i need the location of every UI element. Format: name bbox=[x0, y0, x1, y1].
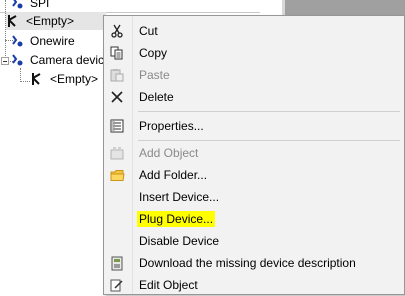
empty-slot-icon bbox=[30, 72, 44, 86]
menu-item-label: Paste bbox=[139, 68, 170, 82]
menu-item-label: Add Object bbox=[139, 146, 199, 160]
tree-connector bbox=[20, 68, 21, 82]
tree-item-label: Camera device bbox=[30, 53, 111, 67]
tree-connector bbox=[5, 0, 6, 62]
tree-item-label: <Empty> bbox=[26, 14, 75, 28]
tree-item-label: SPI bbox=[30, 0, 50, 10]
menu-item-cut[interactable]: Cut bbox=[106, 20, 402, 42]
menu-item-insert-device[interactable]: Insert Device... bbox=[106, 186, 402, 208]
menu-item-label: Insert Device... bbox=[139, 190, 220, 204]
menu-item-add-object[interactable]: Add Object bbox=[106, 142, 402, 164]
collapse-toggle[interactable] bbox=[1, 57, 9, 65]
empty-slot-icon bbox=[6, 14, 20, 28]
menu-item-copy[interactable]: Copy bbox=[106, 42, 402, 64]
device-node-icon bbox=[10, 53, 24, 67]
menu-item-properties[interactable]: Properties... bbox=[106, 115, 402, 137]
scissors-icon bbox=[109, 23, 125, 39]
menu-item-plug-device[interactable]: Plug Device... bbox=[106, 208, 402, 230]
menu-item-label: Edit Object bbox=[139, 278, 198, 292]
edit-object-icon bbox=[109, 277, 125, 293]
menu-item-label: Delete bbox=[139, 90, 174, 104]
tree-item-label: Onewire bbox=[30, 34, 75, 48]
menu-item-edit-object[interactable]: Edit Object bbox=[106, 274, 402, 296]
menu-item-paste[interactable]: Paste bbox=[106, 64, 402, 86]
tree-item-empty-child[interactable]: <Empty> bbox=[30, 70, 98, 88]
menu-item-label: Properties... bbox=[139, 119, 204, 133]
menu-item-label: Disable Device bbox=[139, 234, 220, 248]
menu-separator bbox=[138, 111, 400, 112]
menu-item-label: Cut bbox=[139, 24, 158, 38]
menu-item-label: Copy bbox=[139, 46, 168, 60]
device-node-icon bbox=[10, 0, 24, 10]
copy-icon bbox=[109, 45, 125, 61]
menu-item-add-folder[interactable]: Add Folder... bbox=[106, 164, 402, 186]
context-menu: Cut Copy Paste Delete Properties... Add … bbox=[103, 15, 405, 295]
tree-connector bbox=[20, 81, 30, 82]
add-object-icon bbox=[109, 145, 125, 161]
menu-item-download-description[interactable]: Download the missing device description bbox=[106, 252, 402, 274]
menu-item-label: Plug Device... bbox=[137, 211, 216, 227]
tree-item-camera-device[interactable]: Camera device bbox=[10, 51, 111, 69]
folder-icon bbox=[109, 167, 125, 183]
paste-icon bbox=[109, 67, 125, 83]
download-icon bbox=[109, 255, 125, 271]
menu-item-delete[interactable]: Delete bbox=[106, 86, 402, 108]
tree-item-label: <Empty> bbox=[50, 72, 99, 86]
menu-item-label: Download the missing device description bbox=[139, 256, 356, 270]
menu-item-label: Add Folder... bbox=[139, 168, 208, 182]
tree-item-spi[interactable]: SPI bbox=[10, 0, 49, 12]
menu-item-disable-device[interactable]: Disable Device bbox=[106, 230, 402, 252]
device-node-icon bbox=[10, 34, 24, 48]
menu-separator bbox=[138, 140, 400, 141]
tree-item-empty-selected[interactable]: <Empty> bbox=[6, 12, 106, 30]
tree-item-onewire[interactable]: Onewire bbox=[10, 32, 75, 50]
delete-x-icon bbox=[109, 89, 125, 105]
search-highlight: Plug Device... bbox=[137, 211, 216, 227]
properties-icon bbox=[109, 118, 125, 134]
